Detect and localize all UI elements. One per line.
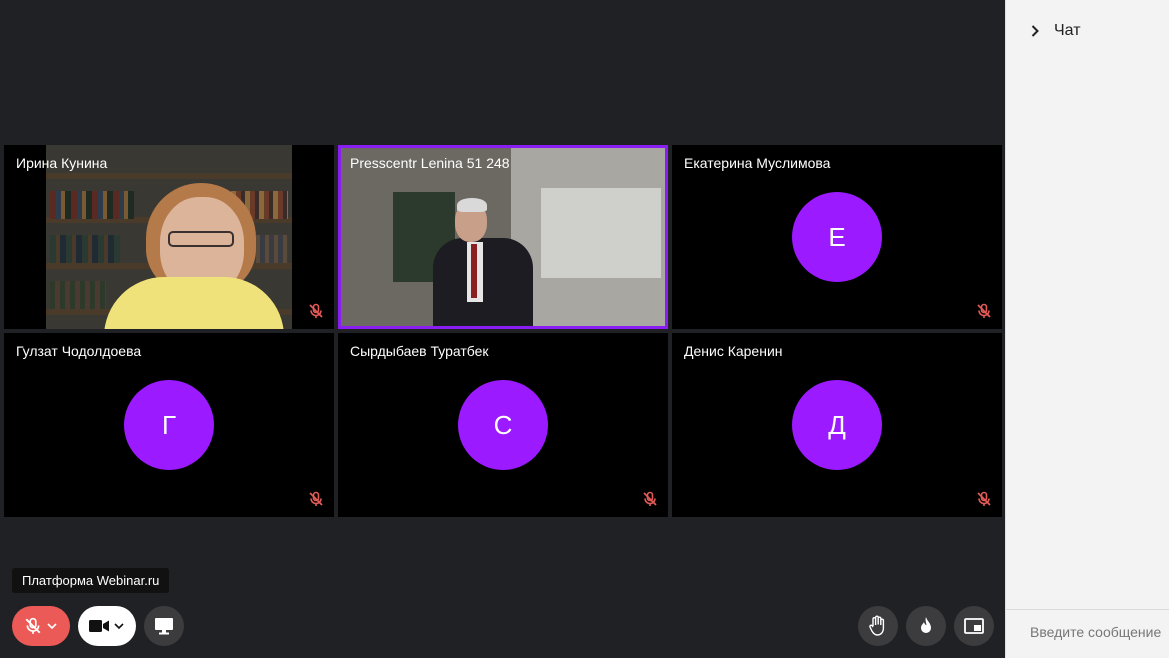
video-stage: Ирина Кунина Presscentr Lenina 51 248 Ек… — [0, 0, 1005, 658]
chevron-down-icon[interactable] — [46, 620, 58, 632]
chevron-right-icon[interactable] — [1030, 24, 1040, 38]
participant-name: Екатерина Муслимова — [684, 155, 831, 171]
avatar: Д — [792, 380, 882, 470]
avatar: Е — [792, 192, 882, 282]
participant-name: Сырдыбаев Туратбек — [350, 343, 489, 359]
chat-input-area — [1006, 609, 1169, 658]
microphone-button[interactable] — [12, 606, 70, 646]
mic-off-icon — [643, 491, 657, 506]
fire-icon — [921, 617, 931, 633]
participant-tile[interactable]: Сырдыбаев Туратбек С — [338, 333, 668, 517]
mic-off-icon — [977, 491, 991, 506]
monitor-icon — [155, 618, 173, 635]
avatar: Г — [124, 380, 214, 470]
pip-icon — [964, 618, 984, 634]
participant-tile[interactable]: Екатерина Муслимова Е — [672, 145, 1002, 329]
raise-hand-button[interactable] — [858, 606, 898, 646]
participant-tile-active[interactable]: Presscentr Lenina 51 248 — [338, 145, 668, 329]
participant-name: Денис Каренин — [684, 343, 783, 359]
participant-tile[interactable]: Ирина Кунина — [4, 145, 334, 329]
participant-name: Ирина Кунина — [16, 155, 108, 171]
mic-off-icon — [977, 303, 991, 318]
chat-title: Чат — [1054, 22, 1081, 39]
screen-share-button[interactable] — [144, 606, 184, 646]
picture-in-picture-button[interactable] — [954, 606, 994, 646]
chat-header[interactable]: Чат — [1030, 22, 1081, 40]
camera-button[interactable] — [78, 606, 136, 646]
participant-video — [341, 148, 665, 326]
hand-icon — [869, 615, 885, 636]
participant-name: Гулзат Чодолдоева — [16, 343, 142, 359]
participant-tile[interactable]: Гулзат Чодолдоева Г — [4, 333, 334, 517]
participant-tile[interactable]: Денис Каренин Д — [672, 333, 1002, 517]
avatar: С — [458, 380, 548, 470]
participant-video — [46, 145, 292, 329]
participant-name: Presscentr Lenina 51 248 — [350, 155, 510, 171]
tooltip: Платформа Webinar.ru — [12, 568, 170, 593]
chat-message-input[interactable] — [1030, 624, 1169, 640]
chat-panel: Чат — [1005, 0, 1169, 658]
chevron-down-icon[interactable] — [113, 620, 125, 632]
mic-off-icon — [309, 303, 323, 318]
mic-off-icon — [25, 617, 41, 634]
reactions-button[interactable] — [906, 606, 946, 646]
camera-icon — [89, 620, 109, 632]
mic-off-icon — [309, 491, 323, 506]
